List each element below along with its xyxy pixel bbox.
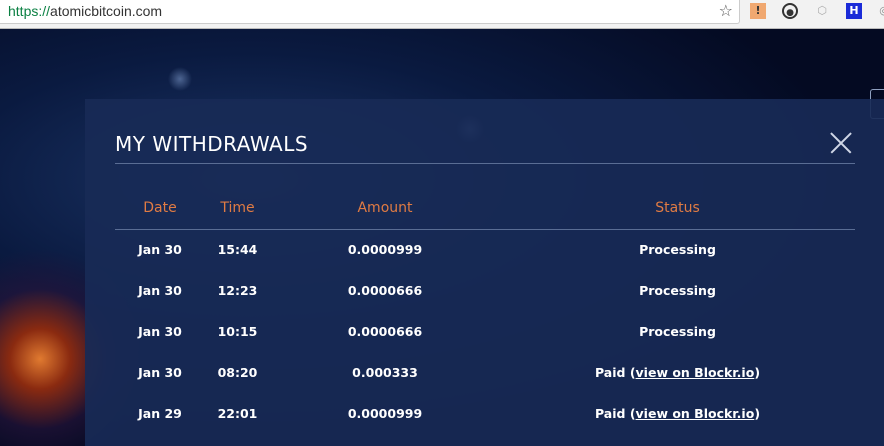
table-row: Jan 30 10:15 0.0000666 Processing <box>115 311 855 352</box>
date-cell: Jan 30 <box>138 324 182 339</box>
amount-cell: 0.0000666 <box>347 324 423 339</box>
bookmark-star-icon[interactable]: ☆ <box>719 1 733 20</box>
divider <box>115 163 855 164</box>
status-text: Processing <box>639 242 716 258</box>
date-cell: Jan 30 <box>138 283 182 298</box>
browser-toolbar: https://atomicbitcoin.com ☆ ! ● ⬡ H ◎ <box>0 0 884 29</box>
time-cell: 15:44 <box>217 242 258 258</box>
table-row: Jan 29 22:01 0.0000999 Paid (view on Blockr… <box>115 393 855 434</box>
column-header-date: Date <box>115 187 205 230</box>
lock-extension-icon[interactable]: ● <box>782 3 798 19</box>
date-cell: Jan 30 <box>138 242 182 258</box>
column-header-time: Time <box>205 187 270 230</box>
blockr-link[interactable]: view on Blockr.io <box>636 406 755 421</box>
date-cell: Jan 29 <box>138 406 182 421</box>
time-cell: 22:01 <box>217 406 258 421</box>
date-cell: Jan 30 <box>138 365 182 380</box>
column-header-amount: Amount <box>270 187 500 230</box>
extension-icon[interactable]: ⬡ <box>814 3 830 19</box>
table-row: Jan 30 12:23 0.0000666 Processing <box>115 270 855 311</box>
time-cell: 12:23 <box>217 283 258 298</box>
status-text: Paid ( <box>594 406 636 421</box>
extension-icon[interactable]: ! <box>750 3 766 19</box>
time-cell: 08:20 <box>217 365 258 380</box>
modal-title: MY WITHDRAWALS <box>115 132 309 156</box>
amount-cell: 0.0000999 <box>347 242 423 258</box>
amount-cell: 0.000333 <box>352 365 418 380</box>
extension-icon[interactable]: ◎ <box>876 3 884 19</box>
status-cell: Paid (view on Blockr.io) <box>594 365 761 380</box>
withdrawals-modal: MY WITHDRAWALS Date Time Amount Status J… <box>85 99 884 446</box>
withdrawals-table: Date Time Amount Status Jan 30 15:44 0.000… <box>115 187 855 434</box>
address-bar[interactable]: https://atomicbitcoin.com ☆ <box>0 0 740 24</box>
status-cell: Processing <box>500 270 855 311</box>
table-row: Jan 30 15:44 0.0000999 Processing <box>115 229 855 270</box>
close-icon[interactable] <box>830 132 852 154</box>
status-cell: Paid (view on Blockr.io) <box>594 406 761 421</box>
column-header-status: Status <box>500 187 855 230</box>
amount-cell: 0.0000999 <box>347 406 423 421</box>
status-text: Paid ( <box>594 365 636 380</box>
table-row: Jan 30 08:20 0.000333 Paid (view on Blockr.… <box>115 352 855 393</box>
amount-cell: 0.0000666 <box>347 283 423 298</box>
time-cell: 10:15 <box>217 324 258 339</box>
status-text: Processing <box>639 283 716 298</box>
status-cell: Processing <box>500 229 855 270</box>
blockr-link[interactable]: view on Blockr.io <box>636 365 755 380</box>
h-extension-icon[interactable]: H <box>846 3 862 19</box>
status-text: Processing <box>639 324 716 339</box>
status-cell: Processing <box>500 311 855 352</box>
url-text[interactable]: https://atomicbitcoin.com <box>8 3 162 19</box>
